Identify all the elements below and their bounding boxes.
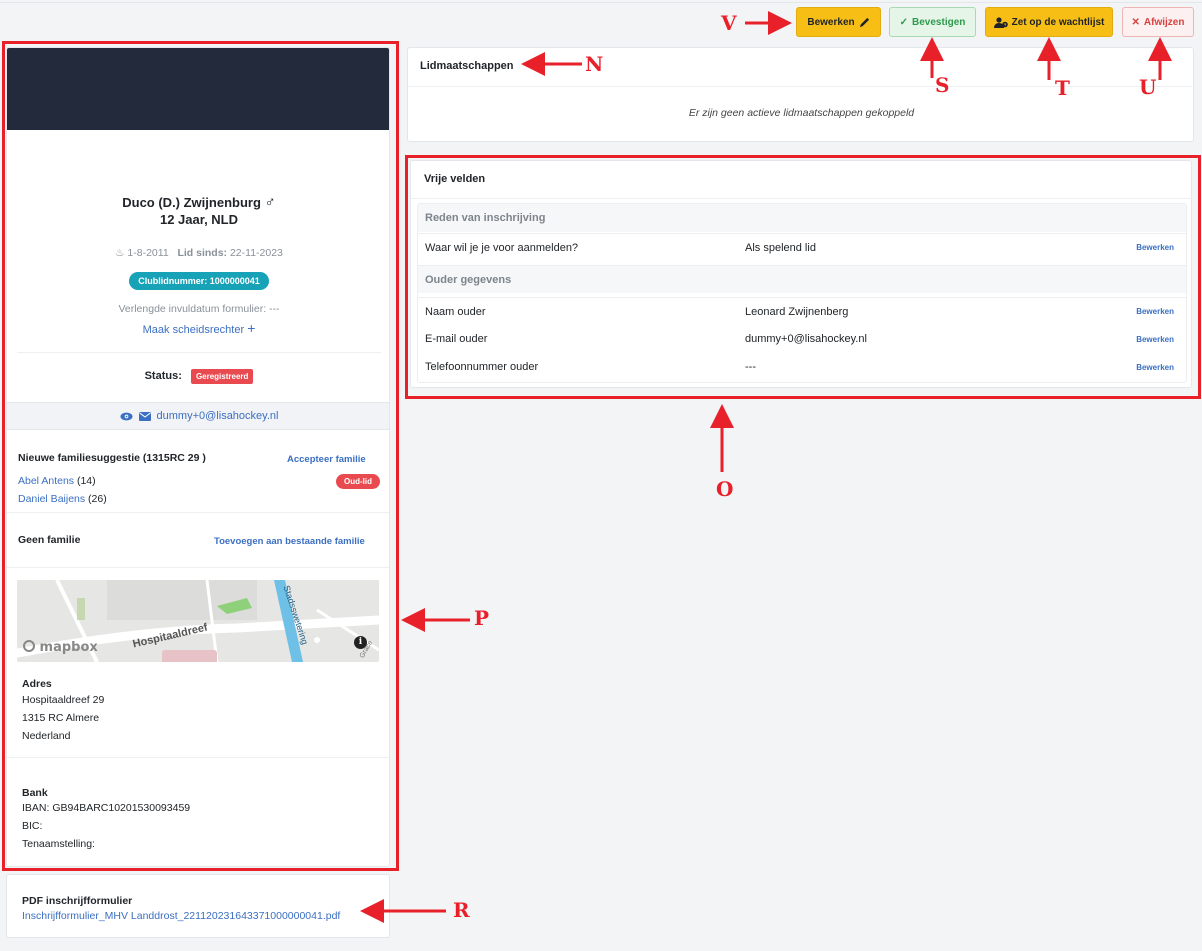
- annotation-label-p: P: [474, 606, 490, 630]
- annotation-label-t: T: [1055, 76, 1070, 100]
- annotation-label-o: O: [716, 477, 734, 501]
- annotation-label-r: R: [453, 898, 470, 922]
- annotation-arrows: [360, 11, 1172, 923]
- annotation-label-u: U: [1139, 75, 1157, 99]
- annotation-label-v: V: [721, 11, 737, 35]
- annotation-label-s: S: [935, 73, 950, 97]
- annotation-label-n: N: [585, 52, 604, 76]
